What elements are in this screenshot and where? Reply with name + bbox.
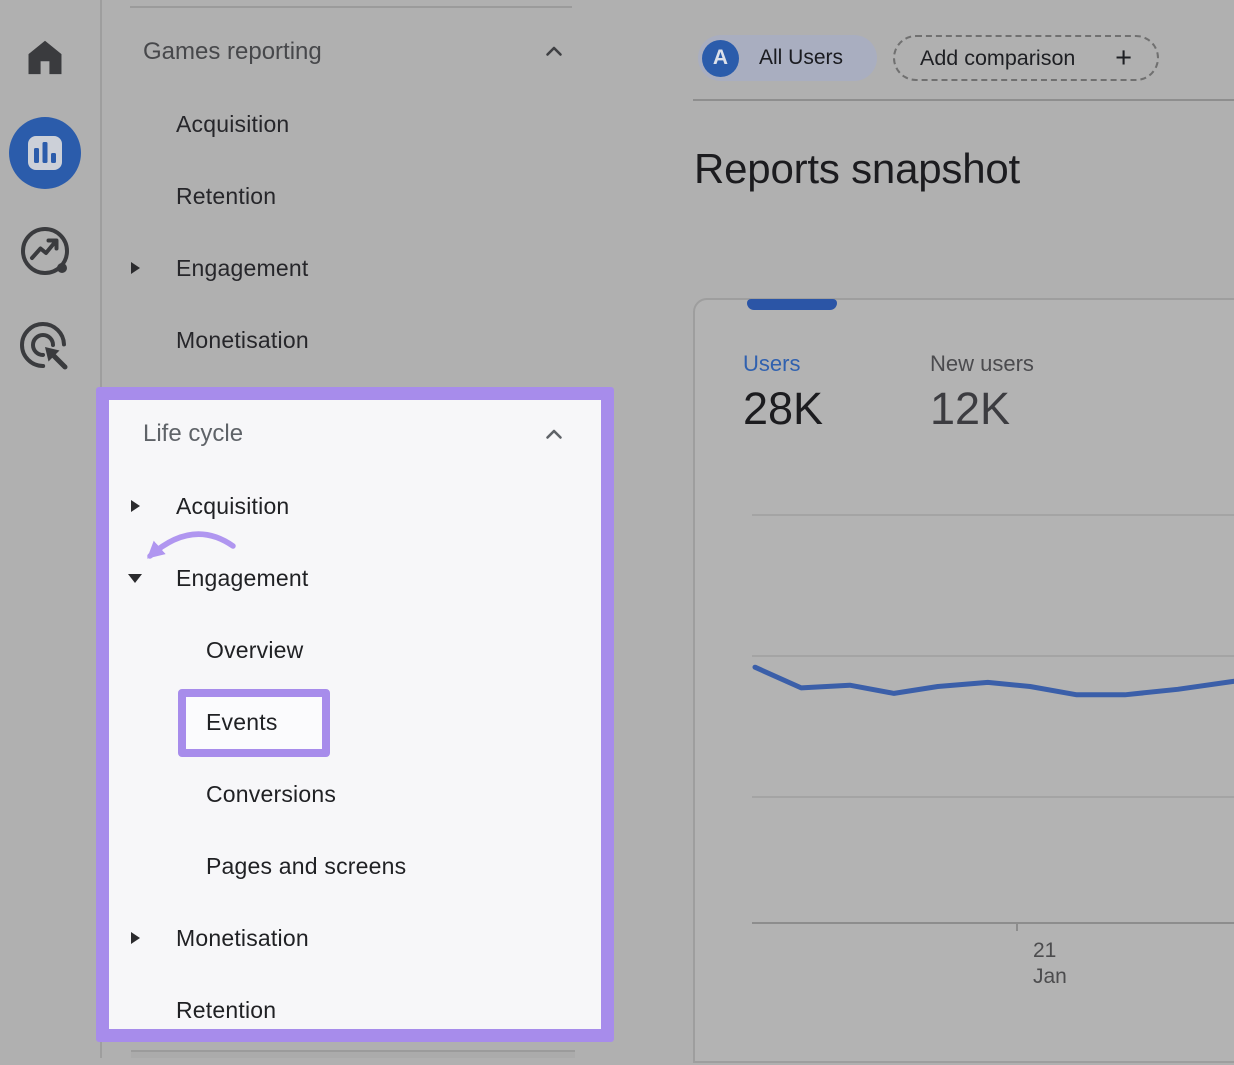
collapse-down-triangle-icon[interactable] (128, 574, 142, 583)
left-nav-rail (0, 0, 100, 1058)
audience-chip-label: All Users (759, 46, 843, 70)
sidebar-item-retention[interactable]: Retention (176, 988, 276, 1032)
nav-item-label: Monetisation (176, 327, 309, 354)
sidebar-item-overview[interactable]: Overview (206, 628, 303, 672)
section-title: Games reporting (143, 38, 322, 66)
avatar: A (702, 40, 739, 77)
audience-chip-all-users[interactable]: A All Users (698, 35, 877, 81)
sidebar-item-retention-dim[interactable]: Retention (176, 174, 276, 218)
nav-item-label: Overview (206, 637, 303, 664)
home-icon (22, 35, 68, 81)
expand-right-triangle-icon[interactable] (131, 932, 140, 944)
nav-item-label: Acquisition (176, 111, 289, 138)
expand-right-triangle-icon[interactable] (131, 500, 140, 512)
nav-item-label: Pages and screens (206, 853, 406, 880)
reports-snapshot-card: Users 28K New users 12K 21 Jan (693, 298, 1234, 1063)
users-sparkline-chart (695, 300, 1234, 1065)
nav-item-label: Engagement (176, 255, 308, 282)
add-comparison-button[interactable]: Add comparison + (893, 35, 1159, 81)
nav-item-label: Retention (176, 997, 276, 1024)
header-divider (693, 99, 1234, 101)
sidebar-item-pages-and-screens[interactable]: Pages and screens (206, 844, 406, 888)
nav-item-label: Events (206, 709, 278, 736)
sidebar-item-conversions[interactable]: Conversions (206, 772, 336, 816)
sidebar-item-monetisation[interactable]: Monetisation (176, 916, 309, 960)
plus-icon: + (1115, 44, 1132, 73)
explore-nav-button[interactable] (18, 224, 72, 278)
sidebar-top-divider (130, 6, 572, 8)
nav-item-label: Monetisation (176, 925, 309, 952)
nav-item-label: Engagement (176, 565, 308, 592)
page-title: Reports snapshot (694, 145, 1020, 193)
chevron-up-icon[interactable] (542, 423, 566, 447)
sidebar-item-monetisation-dim[interactable]: Monetisation (176, 318, 309, 362)
nav-item-label: Retention (176, 183, 276, 210)
nav-item-label: Acquisition (176, 493, 289, 520)
sidebar-item-engagement[interactable]: Engagement (176, 556, 308, 600)
home-nav-button[interactable] (20, 33, 70, 83)
advertising-ads-click-icon (18, 320, 72, 374)
avatar-letter: A (713, 46, 728, 70)
advertising-nav-button[interactable] (18, 320, 72, 374)
reports-nav-button[interactable] (9, 117, 81, 189)
sidebar-item-acquisition[interactable]: Acquisition (176, 484, 289, 528)
reports-bar-chart-icon (9, 117, 81, 189)
add-comparison-label: Add comparison (920, 46, 1075, 71)
sidebar-lower-element-edge (131, 1050, 575, 1058)
sidebar-item-events[interactable]: Events (206, 700, 278, 744)
chevron-up-icon[interactable] (542, 40, 566, 64)
nav-item-label: Conversions (206, 781, 336, 808)
explore-trend-icon (18, 224, 72, 278)
sidebar-item-engagement-dim[interactable]: Engagement (176, 246, 308, 290)
section-header-games-reporting[interactable]: Games reporting (143, 30, 583, 74)
section-title: Life cycle (143, 420, 243, 448)
section-header-life-cycle[interactable]: Life cycle (143, 412, 563, 456)
sidebar-item-acquisition-dim[interactable]: Acquisition (176, 102, 289, 146)
tutorial-highlight-box: Life cycle Acquisition Engagement Overvi… (96, 387, 614, 1042)
expand-right-triangle-icon[interactable] (131, 262, 140, 274)
